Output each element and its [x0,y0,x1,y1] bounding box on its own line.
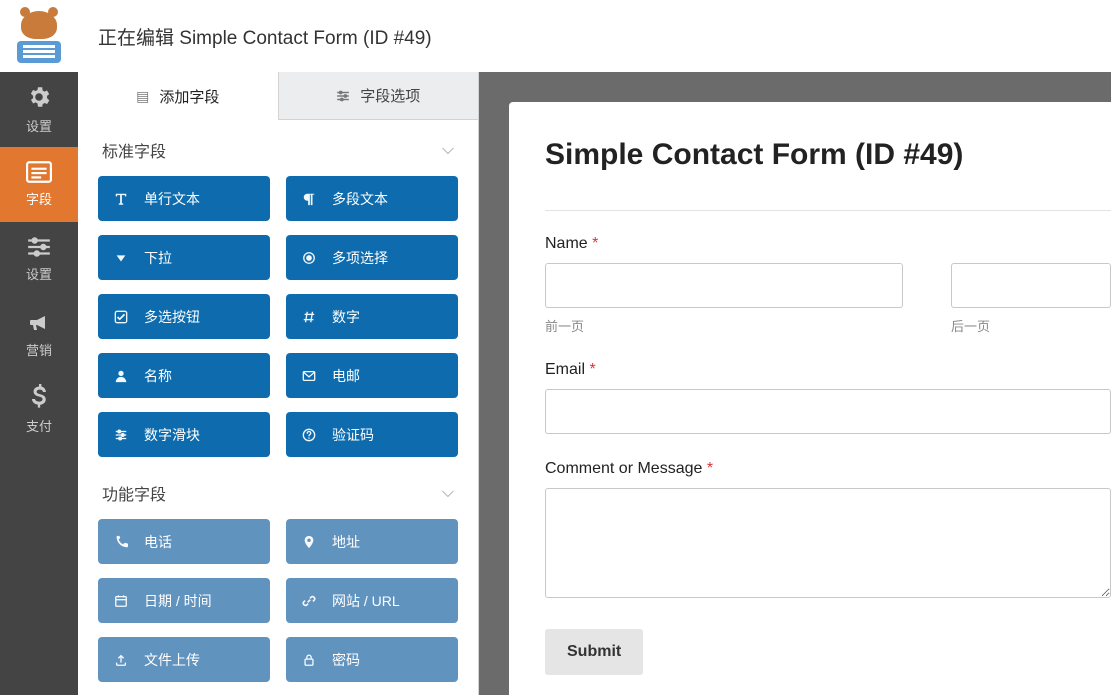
calendar-icon [114,594,130,608]
field-button-label: 多选按钮 [144,307,200,327]
tab-label: 字段选项 [360,85,420,106]
page-title: 正在编辑 Simple Contact Form (ID #49) [98,23,432,50]
check-icon [114,310,130,324]
field-button-label: 名称 [144,366,172,386]
rail-item-payments[interactable]: 支付 [0,372,78,447]
form-field-email[interactable]: Email * [545,361,1111,434]
field-button-label: 日期 / 时间 [144,591,212,611]
sliders-icon [114,428,130,442]
last-name-sublabel: 后一页 [951,316,1111,335]
sliders-icon [336,90,350,102]
field-button-sliders[interactable]: 数字滑块 [98,412,270,457]
field-button-label: 网站 / URL [332,591,400,611]
tab-field-options[interactable]: 字段选项 [279,72,479,120]
mail-icon [302,369,318,383]
last-name-input[interactable] [951,263,1111,308]
field-button-mail[interactable]: 电邮 [286,353,458,398]
field-button-label: 文件上传 [144,650,200,670]
field-button-upload[interactable]: 文件上传 [98,637,270,682]
chevron-down-icon: ⌵ [442,484,454,502]
app-logo [0,0,78,72]
sliders-icon [26,236,52,258]
form-field-comment[interactable]: Comment or Message * [545,460,1111,603]
rail-label: 设置 [26,116,52,135]
first-name-sublabel: 前一页 [545,316,903,335]
field-button-label: 多段文本 [332,189,388,209]
tab-label: 添加字段 [159,86,219,107]
field-button-question[interactable]: 验证码 [286,412,458,457]
field-button-hash[interactable]: 数字 [286,294,458,339]
form-field-name[interactable]: Name * 前一页 后一页 [545,235,1111,335]
field-button-label: 电话 [144,532,172,552]
link-icon [302,594,318,608]
field-button-paragraph[interactable]: 多段文本 [286,176,458,221]
field-button-label: 验证码 [332,425,374,445]
pin-icon [302,535,318,549]
rail-item-marketing[interactable]: 营销 [0,297,78,372]
field-label: Comment or Message * [545,460,1111,478]
submit-button[interactable]: Submit [545,629,643,675]
field-label: Email * [545,361,1111,379]
field-button-link[interactable]: 网站 / URL [286,578,458,623]
field-button-label: 密码 [332,650,360,670]
form-title: Simple Contact Form (ID #49) [545,138,1111,172]
first-name-input[interactable] [545,263,903,308]
chevron-down-icon: ⌵ [442,141,454,159]
field-button-check[interactable]: 多选按钮 [98,294,270,339]
comment-textarea[interactable] [545,488,1111,598]
paragraph-icon [302,192,318,206]
email-input[interactable] [545,389,1111,434]
field-button-radio[interactable]: 多项选择 [286,235,458,280]
field-button-lock[interactable]: 密码 [286,637,458,682]
dollar-icon [31,384,47,410]
form-icon [26,161,52,183]
upload-icon [114,653,130,667]
phone-icon [114,535,130,549]
field-button-pin[interactable]: 地址 [286,519,458,564]
radio-icon [302,251,318,265]
hash-icon [302,310,318,324]
list-icon: ▤ [136,88,149,105]
rail-item-settings[interactable]: 设置 [0,222,78,297]
rail-label: 支付 [26,416,52,435]
rail-label: 设置 [26,264,52,283]
gear-icon [26,84,52,110]
section-title: 标准字段 [102,138,166,162]
tab-add-fields[interactable]: ▤ 添加字段 [78,72,279,120]
question-icon [302,428,318,442]
field-button-label: 下拉 [144,248,172,268]
section-title: 功能字段 [102,481,166,505]
field-label: Name * [545,235,1111,253]
lock-icon [302,653,318,667]
field-button-label: 单行文本 [144,189,200,209]
rail-label: 字段 [26,189,52,208]
caret-icon [114,251,130,265]
text-icon [114,192,130,206]
divider [545,210,1111,211]
section-functional-header[interactable]: 功能字段 ⌵ [98,481,458,519]
field-button-calendar[interactable]: 日期 / 时间 [98,578,270,623]
field-button-label: 数字滑块 [144,425,200,445]
rail-item-setup[interactable]: 设置 [0,72,78,147]
rail-item-fields[interactable]: 字段 [0,147,78,222]
field-button-caret[interactable]: 下拉 [98,235,270,280]
section-standard-header[interactable]: 标准字段 ⌵ [98,138,458,176]
bullhorn-icon [26,310,52,334]
field-button-user[interactable]: 名称 [98,353,270,398]
field-button-text[interactable]: 单行文本 [98,176,270,221]
rail-label: 营销 [26,340,52,359]
field-button-label: 电邮 [332,366,360,386]
user-icon [114,369,130,383]
field-button-phone[interactable]: 电话 [98,519,270,564]
field-button-label: 多项选择 [332,248,388,268]
field-button-label: 地址 [332,532,360,552]
field-button-label: 数字 [332,307,360,327]
